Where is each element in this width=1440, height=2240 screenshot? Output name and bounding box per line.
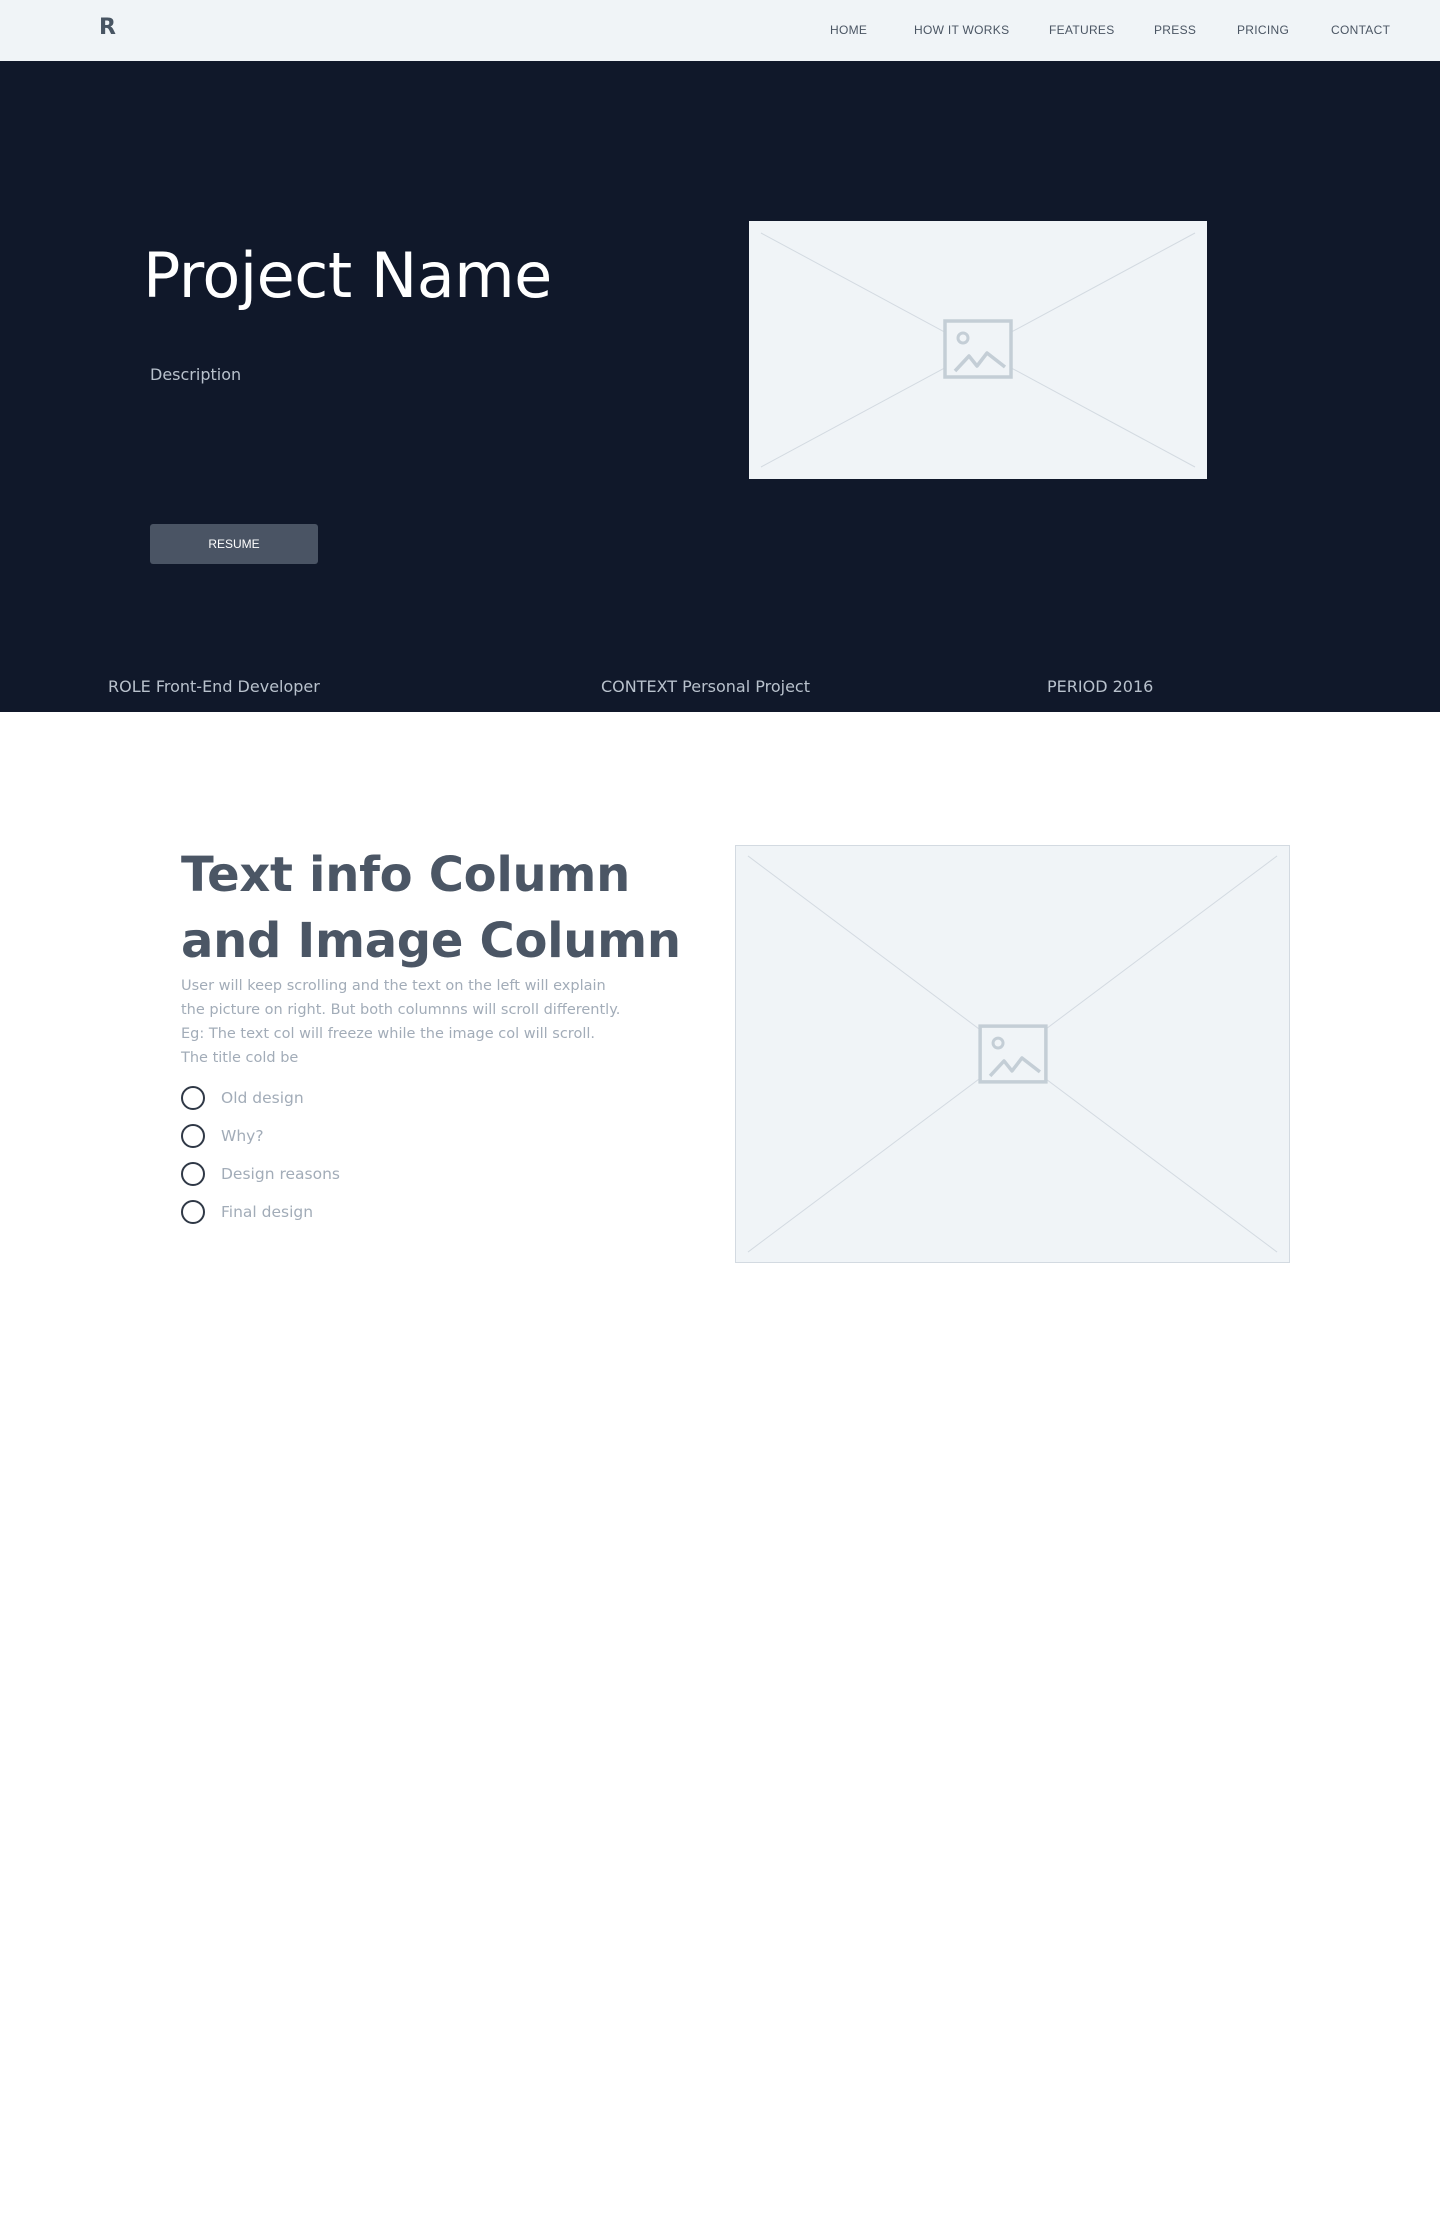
hero-image-placeholder: [749, 221, 1207, 479]
list-item-label: Design reasons: [221, 1165, 340, 1183]
nav-contact[interactable]: CONTACT: [1331, 23, 1390, 37]
resume-button[interactable]: RESUME: [150, 524, 318, 564]
logo[interactable]: R: [99, 15, 116, 40]
list-item-final-design[interactable]: Final design: [181, 1200, 313, 1224]
meta-context: CONTEXT Personal Project: [601, 677, 810, 696]
circle-icon: [181, 1200, 205, 1224]
nav-how-it-works[interactable]: HOW IT WORKS: [914, 23, 1009, 37]
project-description: Description: [150, 365, 242, 384]
section-title: Text info Column and Image Column: [181, 847, 681, 969]
meta-period: PERIOD 2016: [1047, 677, 1154, 696]
section-image-placeholder: [735, 845, 1290, 1263]
nav-features[interactable]: FEATURES: [1049, 23, 1115, 37]
section-body: User will keep scrolling and the text on…: [181, 978, 621, 1066]
list-item-why[interactable]: Why?: [181, 1124, 264, 1148]
circle-icon: [181, 1162, 205, 1186]
nav-press[interactable]: PRESS: [1154, 23, 1196, 37]
hero-section: [0, 61, 1440, 712]
top-nav-bar: R HOME HOW IT WORKS FEATURES PRESS PRICI…: [0, 0, 1440, 61]
meta-role: ROLE Front-End Developer: [108, 677, 320, 696]
circle-icon: [181, 1124, 205, 1148]
list-item-label: Final design: [221, 1203, 314, 1221]
circle-icon: [181, 1086, 205, 1110]
project-title: Project Name: [143, 239, 552, 312]
list-item-old-design[interactable]: Old design: [181, 1086, 304, 1110]
list-item-label: Why?: [221, 1127, 264, 1145]
list-item-design-reasons[interactable]: Design reasons: [181, 1162, 340, 1186]
nav-home[interactable]: HOME: [830, 23, 867, 37]
list-item-label: Old design: [221, 1089, 304, 1107]
nav-pricing[interactable]: PRICING: [1237, 23, 1289, 37]
